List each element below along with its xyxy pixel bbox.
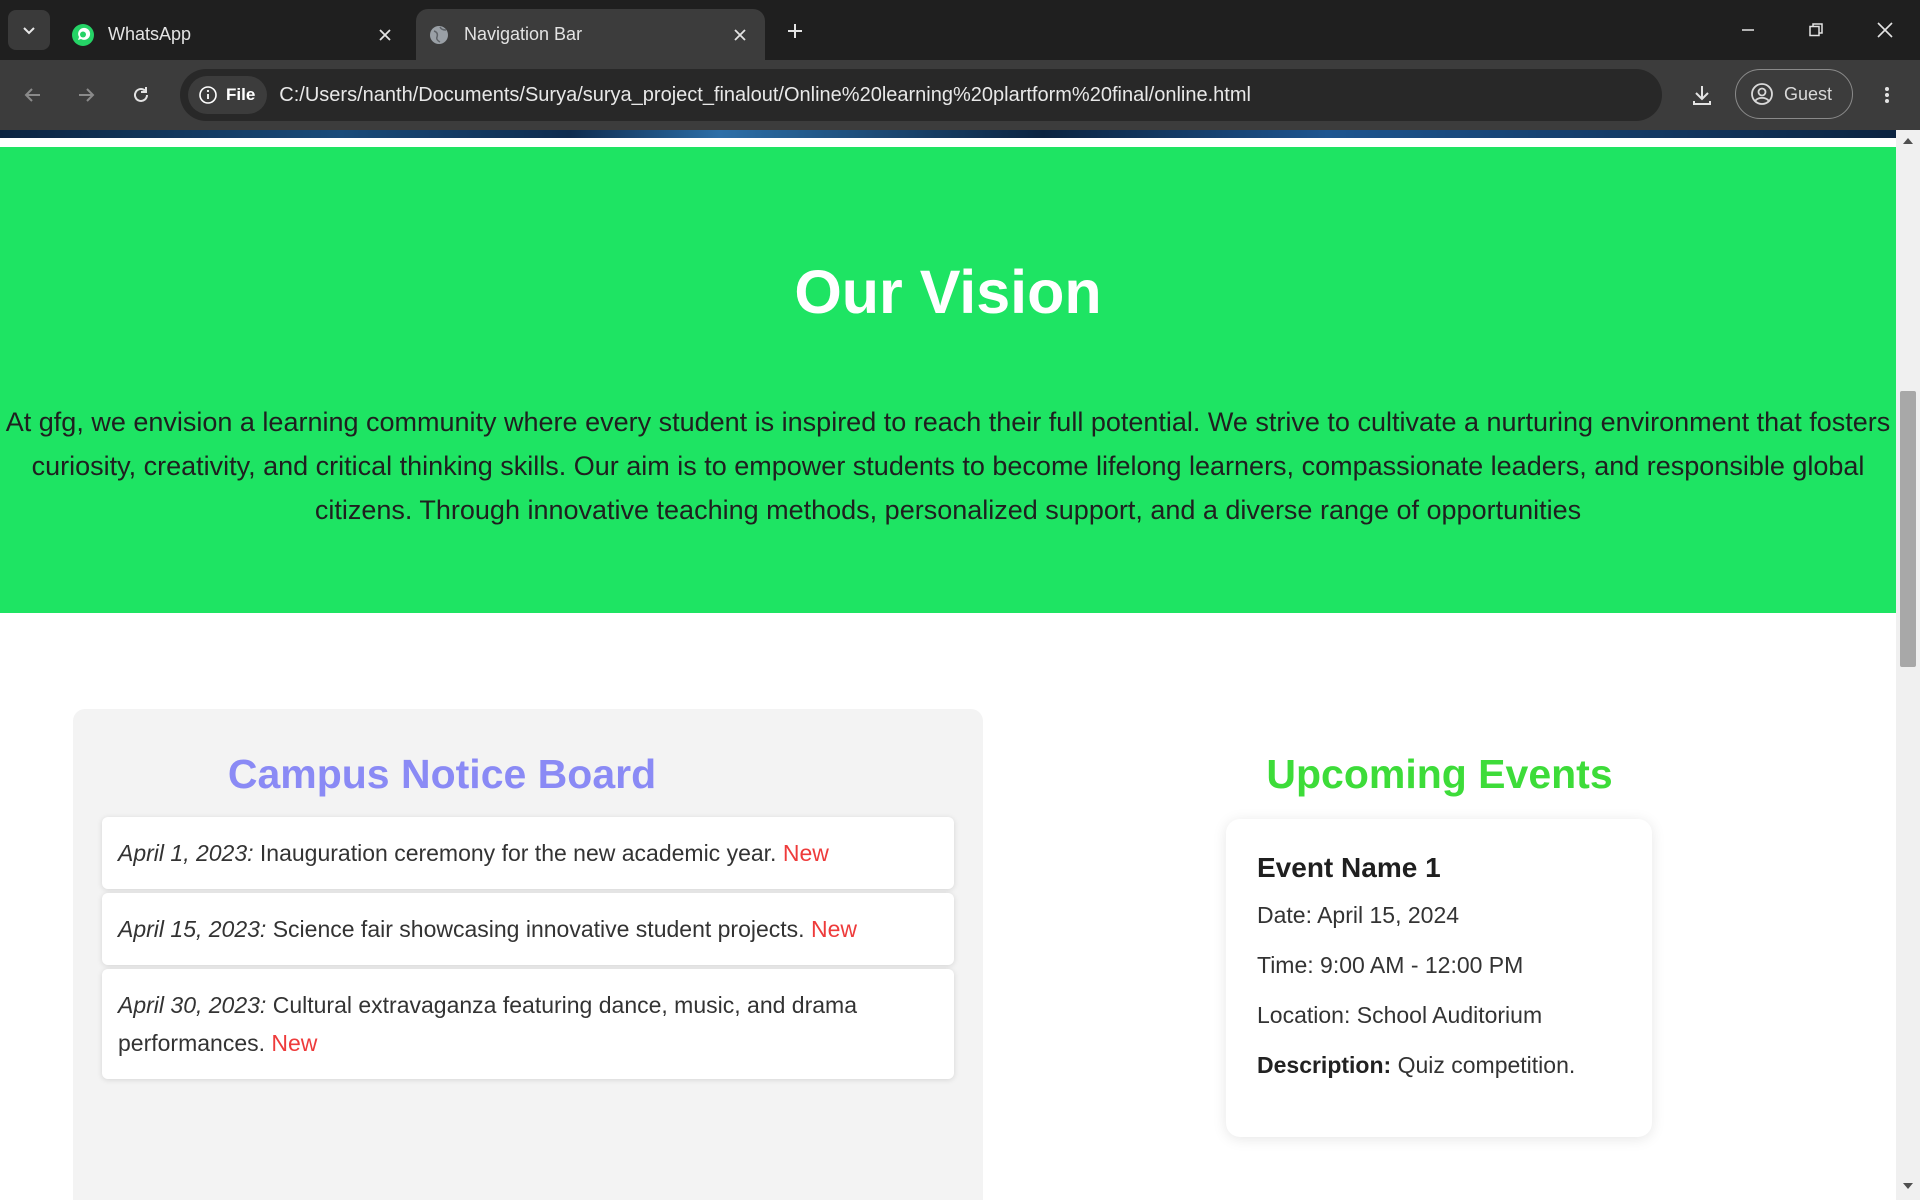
- new-badge: New: [782, 840, 829, 866]
- arrow-right-icon: [79, 88, 95, 102]
- notice-item: April 15, 2023: Science fair showcasing …: [102, 893, 954, 965]
- downloads-button[interactable]: [1683, 76, 1721, 114]
- profile-label: Guest: [1784, 83, 1833, 104]
- close-icon: [1877, 22, 1893, 38]
- scroll-up-arrow-icon[interactable]: [1902, 135, 1914, 147]
- close-icon[interactable]: [727, 22, 753, 48]
- globe-icon: [426, 22, 452, 48]
- minimize-icon: [1742, 29, 1754, 31]
- new-badge: New: [271, 1030, 318, 1056]
- chevron-down-icon: [23, 27, 35, 35]
- vision-section: Our Vision At gfg, we envision a learnin…: [0, 147, 1896, 613]
- events-title: Upcoming Events: [1266, 751, 1613, 797]
- notice-date: April 15, 2023:: [118, 916, 267, 942]
- browser-menu-button[interactable]: [1868, 76, 1906, 114]
- minimize-button[interactable]: [1725, 12, 1771, 48]
- browser-toolbar: File C:/Users/nanth/Documents/Surya/sury…: [0, 60, 1920, 130]
- tab-title: WhatsApp: [108, 24, 192, 44]
- tab-navigation-bar[interactable]: Navigation Bar: [416, 9, 765, 60]
- event-description-label: Description:: [1257, 1052, 1392, 1078]
- arrow-left-icon: [24, 88, 40, 102]
- restore-button[interactable]: [1793, 12, 1839, 48]
- browser-tab-bar: WhatsApp Navigation Bar: [0, 0, 1920, 60]
- more-vert-icon: [1885, 87, 1889, 103]
- event-card: Event Name 1 Date: April 15, 2024 Time: …: [1226, 819, 1652, 1137]
- page-scrollbar[interactable]: [1896, 130, 1920, 1200]
- tab-search-button[interactable]: [8, 10, 50, 50]
- reload-button[interactable]: [122, 76, 160, 114]
- event-description: Description: Quiz competition.: [1257, 1052, 1621, 1078]
- notice-date: April 1, 2023:: [118, 840, 254, 866]
- event-name: Event Name 1: [1257, 852, 1441, 883]
- vision-title: Our Vision: [794, 258, 1102, 326]
- address-bar[interactable]: File C:/Users/nanth/Documents/Surya/sury…: [180, 69, 1662, 121]
- notice-item: April 1, 2023: Inauguration ceremony for…: [102, 817, 954, 889]
- event-time: Time: 9:00 AM - 12:00 PM: [1257, 952, 1524, 978]
- forward-button[interactable]: [67, 76, 105, 114]
- notice-text: Inauguration ceremony for the new academ…: [253, 840, 783, 866]
- notice-text: Science fair showcasing innovative stude…: [266, 916, 811, 942]
- close-icon[interactable]: [372, 22, 398, 48]
- download-icon: [1693, 86, 1711, 105]
- notice-item: April 30, 2023: Cultural extravaganza fe…: [102, 969, 954, 1079]
- back-button[interactable]: [14, 76, 52, 114]
- page-viewport: Our Vision At gfg, we envision a learnin…: [0, 130, 1896, 1200]
- scroll-down-arrow-icon[interactable]: [1902, 1180, 1914, 1192]
- plus-icon: [788, 24, 802, 38]
- window-close-button[interactable]: [1862, 12, 1908, 48]
- event-description-text: Quiz competition.: [1391, 1052, 1576, 1078]
- notice-date: April 30, 2023:: [118, 992, 267, 1018]
- event-date: Date: April 15, 2024: [1257, 902, 1460, 928]
- tab-whatsapp[interactable]: WhatsApp: [60, 9, 410, 60]
- site-info-chip[interactable]: File: [188, 76, 268, 114]
- new-tab-button[interactable]: [780, 16, 810, 46]
- event-location: Location: School Auditorium: [1257, 1002, 1543, 1028]
- hero-image-bottom-edge: [0, 130, 1896, 138]
- scheme-label: File: [226, 85, 256, 104]
- upcoming-events: Upcoming Events Event Name 1 Date: April…: [983, 709, 1896, 1200]
- vision-text: At gfg, we envision a learning community…: [5, 407, 1891, 525]
- notice-board-title: Campus Notice Board: [227, 751, 657, 797]
- info-icon: [199, 86, 217, 104]
- profile-button[interactable]: Guest: [1735, 69, 1853, 119]
- notice-board: Campus Notice Board April 1, 2023: Inaug…: [73, 709, 983, 1200]
- url-text[interactable]: C:/Users/nanth/Documents/Surya/surya_pro…: [279, 84, 1251, 107]
- scroll-thumb[interactable]: [1900, 391, 1916, 667]
- tab-title: Navigation Bar: [464, 24, 583, 44]
- reload-icon: [134, 87, 148, 102]
- restore-icon: [1809, 23, 1823, 37]
- account-icon: [1751, 83, 1773, 105]
- whatsapp-icon: [70, 22, 96, 48]
- new-badge: New: [810, 916, 857, 942]
